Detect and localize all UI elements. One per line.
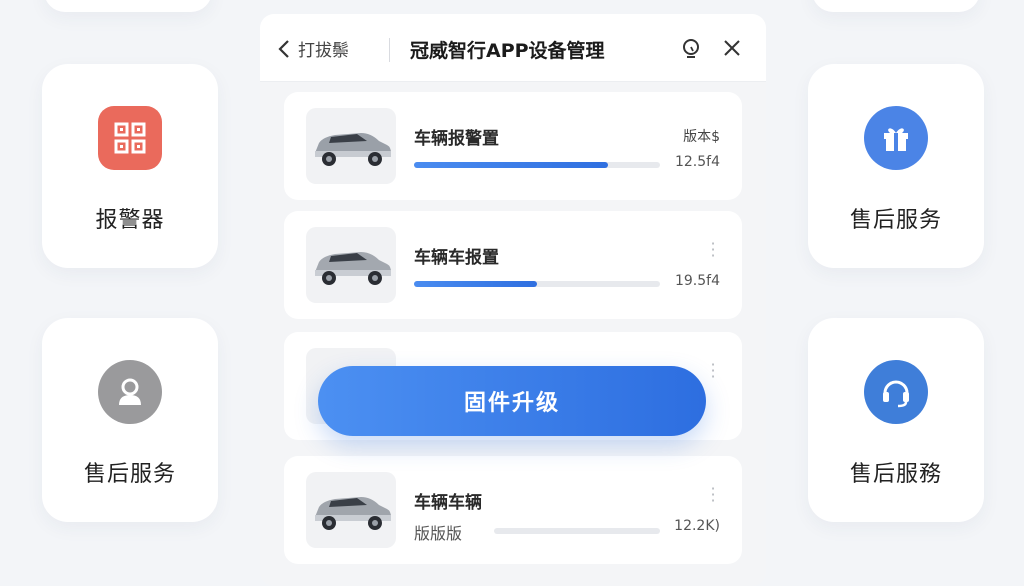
device-title: 车辆车报置 (414, 248, 499, 268)
version-label: 版本$ (683, 129, 720, 145)
device-card[interactable]: 车辆车辆 · · · 版版版 12.2K) (284, 456, 742, 564)
progress-fill (414, 281, 537, 287)
header-divider (389, 38, 390, 62)
car-image (306, 227, 396, 303)
device-subtitle: 版版版 (414, 524, 463, 543)
gift-icon (864, 106, 928, 170)
progress-bar (414, 281, 660, 287)
page-title: 冠威智行APP设备管理 (410, 40, 605, 62)
device-title: 车辆报警置 (414, 129, 499, 149)
tile-after-sales[interactable]: 售后服务 (42, 318, 218, 522)
tile-partial-top-left (44, 0, 212, 12)
tile-after-sales-support[interactable]: 售后服務 (808, 318, 984, 522)
lightbulb-icon[interactable] (681, 38, 701, 64)
device-card[interactable]: 车辆报警置 版本$ 12.5f4 (284, 92, 742, 200)
version-value: 19.5f4 (674, 273, 720, 289)
tile-after-sales-gift[interactable]: 售后服务 (808, 64, 984, 268)
tile-alarm[interactable]: 报警器 (42, 64, 218, 268)
lock-person-icon (98, 360, 162, 424)
progress-fill (414, 162, 609, 168)
qr-code-icon (98, 106, 162, 170)
chevron-left-icon (278, 39, 290, 59)
more-icon[interactable]: · · · (710, 236, 716, 264)
close-icon[interactable] (722, 38, 742, 62)
car-image (306, 472, 396, 548)
more-icon[interactable]: · · · (710, 481, 716, 509)
tile-label: 售后服務 (849, 462, 942, 487)
firmware-upgrade-button[interactable]: 固件升级 (318, 366, 706, 436)
device-card[interactable]: 车辆车报置 · · · 19.5f4 (284, 211, 742, 319)
back-button[interactable]: 打拔鬃 (278, 36, 349, 61)
back-label: 打拔鬃 (298, 41, 349, 61)
progress-bar (414, 162, 660, 168)
more-icon[interactable]: · · · (710, 357, 716, 385)
device-management-panel: 打拔鬃 冠威智行APP设备管理 车辆报警置 版本$ 12.5f4 车辆车报置 ·… (260, 14, 766, 586)
tile-label: 报警器 (95, 208, 165, 233)
tile-label: 售后服务 (83, 462, 176, 487)
tile-partial-top-right (812, 0, 980, 12)
device-title: 车辆车辆 (414, 493, 482, 513)
panel-header: 打拔鬃 冠威智行APP设备管理 (260, 14, 766, 82)
progress-bar (494, 528, 660, 534)
headset-icon (864, 360, 928, 424)
tile-label: 售后服务 (849, 208, 942, 233)
version-value: 12.5f4 (674, 154, 720, 170)
car-image (306, 108, 396, 184)
version-value: 12.2K) (674, 518, 720, 534)
